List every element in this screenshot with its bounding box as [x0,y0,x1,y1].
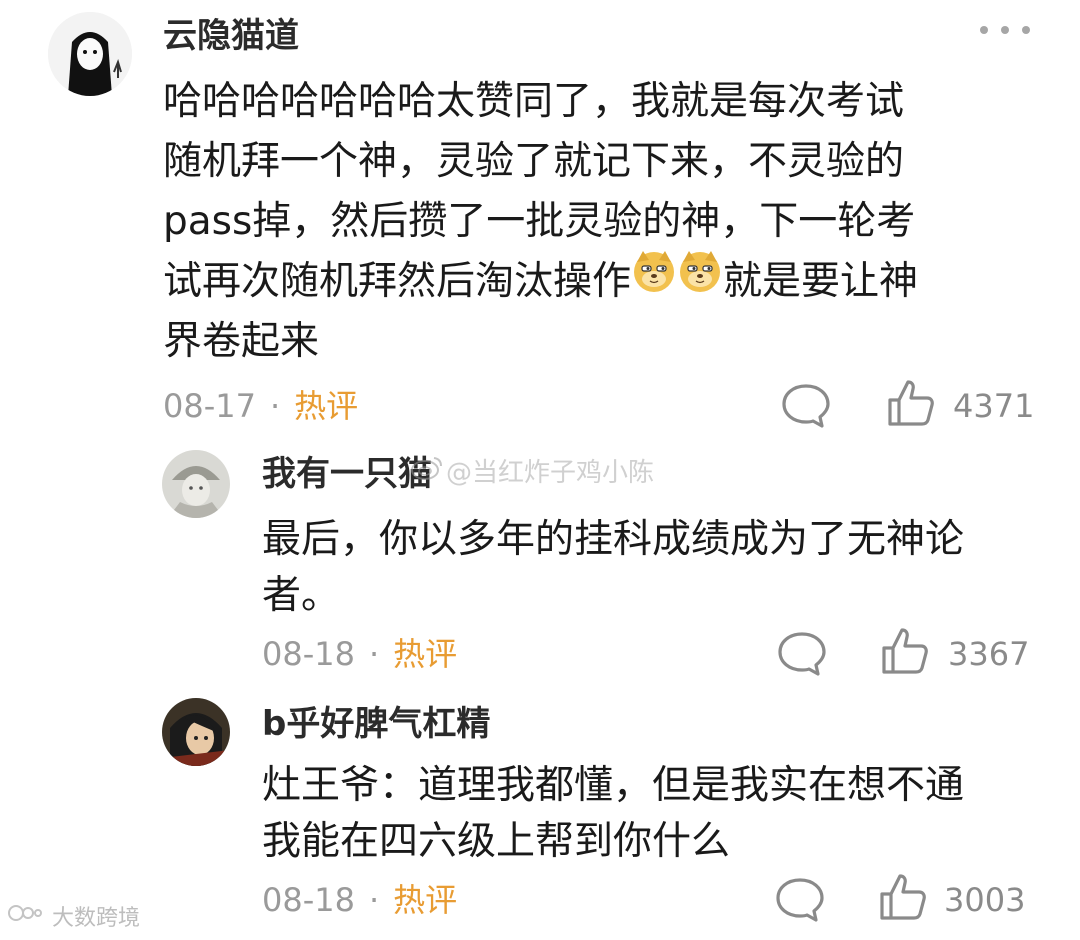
comment-date: 08-18 [262,635,355,673]
doge-emoji [631,248,677,312]
comment-line: pass掉，然后攒了一批灵验的神，下一轮考 [163,199,916,244]
comment-icon[interactable] [780,382,832,434]
separator-dot: · [368,881,380,919]
comment-date: 08-18 [262,881,355,919]
comment-line: 灶王爷：道理我都懂，但是我实在想不通 [262,763,965,808]
comment-text: 最后，你以多年的挂科成绩成为了无神论 者。 [262,512,964,624]
comment-line: 随机拜一个神，灵验了就记下来，不灵验的 [163,139,905,184]
username[interactable]: b乎好脾气杠精 [262,702,490,746]
separator-dot: · [368,635,380,673]
comment-line-text: 就是要让神 [723,259,919,304]
brand-text: 大数跨境 [52,906,141,931]
separator-dot: · [269,387,281,425]
like-icon[interactable] [886,378,936,432]
brand-watermark: 大数跨境 [6,900,140,932]
avatar[interactable] [162,698,230,766]
comment-line: 者。 [262,573,341,618]
comment-icon[interactable] [776,630,828,682]
like-count: 3367 [948,635,1030,673]
more-icon[interactable] [980,20,1030,40]
comment-meta: 08-18 · 热评 [262,632,457,676]
like-icon[interactable] [878,872,928,926]
comment-icon[interactable] [774,876,826,928]
watermark-text: @当红炸子鸡小陈 [446,458,655,488]
comment-date: 08-17 [163,387,256,425]
avatar[interactable] [48,12,132,96]
comment-text: 哈哈哈哈哈哈哈太赞同了，我就是每次考试 随机拜一个神，灵验了就记下来，不灵验的 … [163,72,918,372]
comment-line: 我能在四六级上帮到你什么 [262,819,731,864]
comment-meta: 08-18 · 热评 [262,878,457,922]
like-count: 4371 [953,387,1035,425]
comment-line: 试再次随机拜然后淘汰操作 就是要让神 [163,250,919,312]
comment-line: 界卷起来 [163,319,320,364]
weibo-icon [410,453,444,488]
comment-line-text: 试再次随机拜然后淘汰操作 [163,259,632,304]
avatar[interactable] [162,450,230,518]
hot-tag: 热评 [393,635,458,673]
brand-logo-icon [6,902,48,930]
comment-text: 灶王爷：道理我都懂，但是我实在想不通 我能在四六级上帮到你什么 [262,758,964,870]
like-icon[interactable] [880,626,930,680]
comment-meta: 08-17 · 热评 [163,384,358,428]
hot-tag: 热评 [294,387,359,425]
watermark: @当红炸子鸡小陈 [410,452,654,489]
like-count: 3003 [944,881,1026,919]
doge-emoji [677,248,723,312]
comment-line: 哈哈哈哈哈哈哈太赞同了，我就是每次考试 [163,79,905,124]
username[interactable]: 云隐猫道 [163,14,299,58]
hot-tag: 热评 [393,881,458,919]
comment-line: 最后，你以多年的挂科成绩成为了无神论 [262,517,965,562]
username[interactable]: 我有一只猫 [262,452,432,496]
